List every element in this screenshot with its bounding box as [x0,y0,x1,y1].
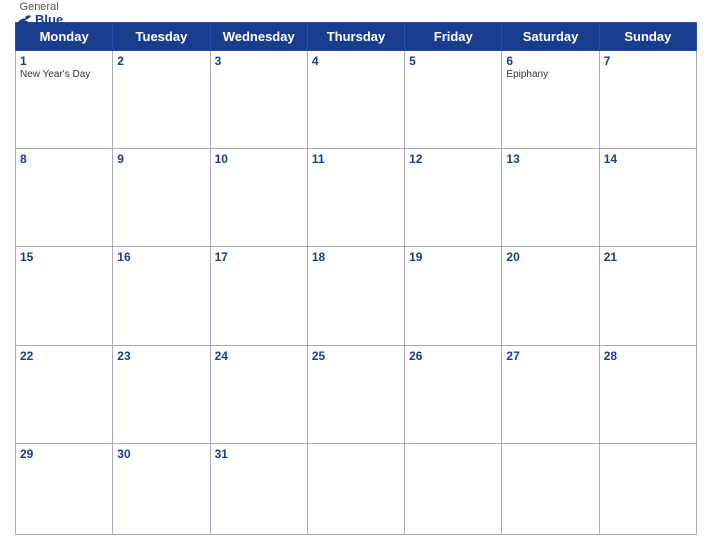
day-number: 26 [409,349,497,363]
col-header-saturday: Saturday [502,23,599,51]
calendar-cell [405,443,502,534]
week-row-3: 15 16 17 18 19 20 21 [16,247,697,345]
calendar-cell: 18 [307,247,404,345]
calendar-cell: 6Epiphany [502,51,599,149]
calendar-cell: 20 [502,247,599,345]
day-number: 24 [215,349,303,363]
calendar-cell: 30 [113,443,210,534]
logo: General Blue [15,2,63,27]
calendar-cell: 11 [307,149,404,247]
day-number: 9 [117,152,205,166]
calendar-header-row: MondayTuesdayWednesdayThursdayFridaySatu… [16,23,697,51]
logo-blue-text: Blue [15,13,63,27]
calendar-cell: 31 [210,443,307,534]
calendar-cell: 13 [502,149,599,247]
col-header-sunday: Sunday [599,23,696,51]
holiday-label: New Year's Day [20,69,108,80]
calendar-cell: 26 [405,345,502,443]
calendar-cell: 3 [210,51,307,149]
calendar-cell: 17 [210,247,307,345]
day-number: 5 [409,54,497,68]
day-number: 10 [215,152,303,166]
calendar-cell: 25 [307,345,404,443]
day-number: 16 [117,250,205,264]
day-number: 14 [604,152,692,166]
col-header-thursday: Thursday [307,23,404,51]
calendar-cell: 2 [113,51,210,149]
calendar-header: General Blue [15,10,697,14]
calendar-cell: 19 [405,247,502,345]
holiday-label: Epiphany [506,69,594,80]
week-row-2: 89 10 11 12 13 14 [16,149,697,247]
day-number: 6 [506,54,594,68]
calendar-cell: 1New Year's Day [16,51,113,149]
day-number: 29 [20,447,108,461]
calendar-cell: 21 [599,247,696,345]
calendar-cell: 28 [599,345,696,443]
calendar-cell [307,443,404,534]
day-number: 20 [506,250,594,264]
calendar-cell: 14 [599,149,696,247]
day-number: 13 [506,152,594,166]
col-header-wednesday: Wednesday [210,23,307,51]
calendar-cell [502,443,599,534]
day-number: 1 [20,54,108,68]
day-number: 27 [506,349,594,363]
calendar-cell: 7 [599,51,696,149]
calendar-cell: 29 [16,443,113,534]
calendar-cell: 8 [16,149,113,247]
calendar-cell: 9 [113,149,210,247]
calendar-cell: 24 [210,345,307,443]
day-number: 4 [312,54,400,68]
day-number: 22 [20,349,108,363]
calendar-cell: 12 [405,149,502,247]
col-header-friday: Friday [405,23,502,51]
calendar-cell: 10 [210,149,307,247]
day-number: 12 [409,152,497,166]
week-row-1: 1New Year's Day23456Epiphany7 [16,51,697,149]
calendar-cell: 27 [502,345,599,443]
week-row-4: 22 23 24 25 26 27 28 [16,345,697,443]
day-number: 7 [604,54,692,68]
logo-general-text: General [20,2,59,13]
calendar-cell: 22 [16,345,113,443]
week-row-5: 29 30 31 [16,443,697,534]
day-number: 23 [117,349,205,363]
day-number: 28 [604,349,692,363]
day-number: 21 [604,250,692,264]
col-header-monday: Monday [16,23,113,51]
day-number: 15 [20,250,108,264]
day-number: 8 [20,152,108,166]
day-number: 25 [312,349,400,363]
calendar-cell: 4 [307,51,404,149]
logo-bird-icon [15,13,33,27]
day-number: 3 [215,54,303,68]
day-number: 11 [312,152,400,166]
calendar-cell: 16 [113,247,210,345]
day-number: 18 [312,250,400,264]
day-number: 17 [215,250,303,264]
calendar-cell: 5 [405,51,502,149]
calendar-cell [599,443,696,534]
col-header-tuesday: Tuesday [113,23,210,51]
calendar-cell: 15 [16,247,113,345]
day-number: 19 [409,250,497,264]
calendar-table: MondayTuesdayWednesdayThursdayFridaySatu… [15,22,697,535]
day-number: 31 [215,447,303,461]
day-number: 2 [117,54,205,68]
calendar-cell: 23 [113,345,210,443]
day-number: 30 [117,447,205,461]
